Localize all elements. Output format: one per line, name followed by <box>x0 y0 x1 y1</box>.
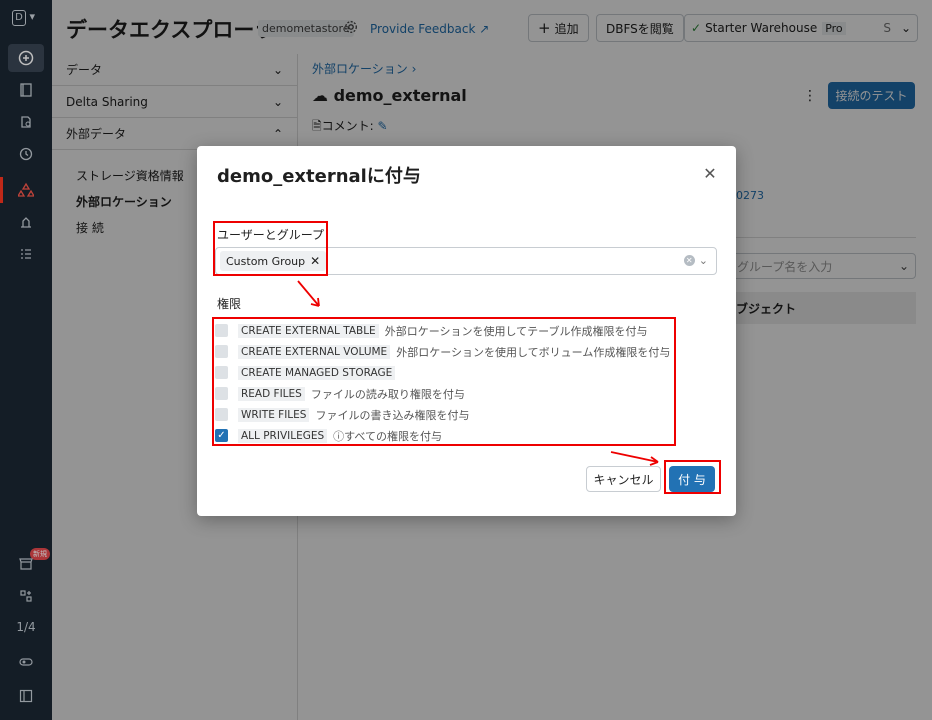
cancel-button[interactable]: キャンセル <box>586 466 661 492</box>
permission-checkbox[interactable] <box>215 345 228 358</box>
users-groups-select[interactable]: Custom Group ✕ ✕ ⌄ <box>215 247 717 275</box>
clear-icon[interactable]: ✕ <box>683 255 695 266</box>
chevron-down-icon[interactable]: ⌄ <box>699 254 708 267</box>
remove-chip-icon[interactable]: ✕ <box>310 254 320 268</box>
permission-checkbox[interactable] <box>215 408 228 421</box>
permission-checkbox[interactable] <box>215 387 228 400</box>
permission-checkbox[interactable] <box>215 324 228 337</box>
permission-checkbox-checked[interactable]: ✓ <box>215 429 228 442</box>
permission-checkbox[interactable] <box>215 366 228 379</box>
permission-row[interactable]: CREATE EXTERNAL VOLUME 外部ロケーションを使用してボリューム… <box>215 341 675 362</box>
close-icon[interactable]: ✕ <box>701 164 719 183</box>
selected-principal-chip: Custom Group ✕ <box>220 251 327 271</box>
permissions-list: CREATE EXTERNAL TABLE 外部ロケーションを使用してテーブル作成… <box>215 320 675 446</box>
permission-row[interactable]: READ FILES ファイルの読み取り権限を付与 <box>215 383 675 404</box>
grant-button[interactable]: 付 与 <box>669 466 715 492</box>
grant-dialog: demo_externalに付与 ✕ ユーザーとグループ Custom Grou… <box>197 146 736 516</box>
permissions-label: 権限 <box>217 297 242 311</box>
permission-row[interactable]: CREATE EXTERNAL TABLE 外部ロケーションを使用してテーブル作成… <box>215 320 675 341</box>
dialog-title: demo_externalに付与 <box>217 166 421 187</box>
permission-row[interactable]: CREATE MANAGED STORAGE <box>215 362 675 383</box>
users-groups-label: ユーザーとグループ <box>217 228 325 242</box>
modal-backdrop-rail[interactable] <box>0 0 52 720</box>
permission-row[interactable]: ✓ ALL PRIVILEGES ⓘすべての権限を付与 <box>215 425 675 446</box>
permission-row[interactable]: WRITE FILES ファイルの書き込み権限を付与 <box>215 404 675 425</box>
